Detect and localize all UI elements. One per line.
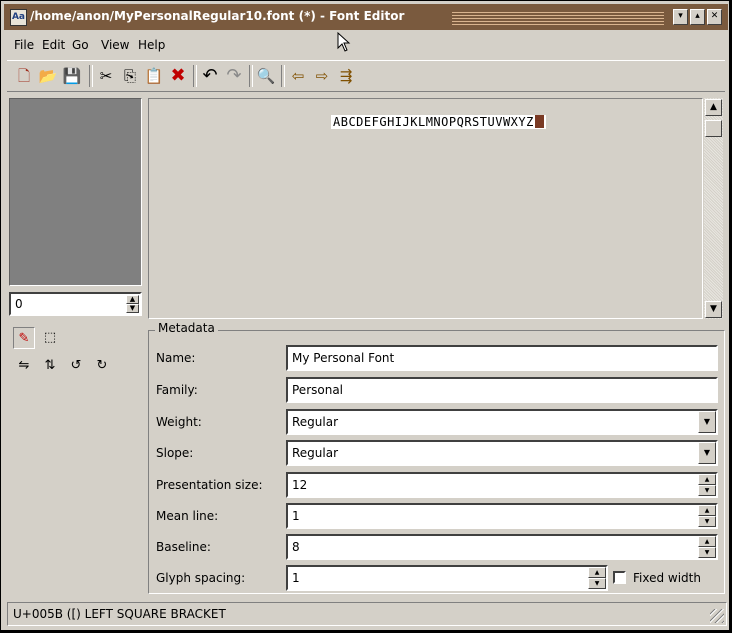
presentation-size-label: Presentation size:: [156, 478, 263, 492]
font-editor-window: Aa /home/anon/MyPersonalRegular10.font (…: [0, 0, 730, 631]
toolbar-separator: [193, 65, 197, 87]
menu-file[interactable]: File: [14, 38, 34, 52]
window-title: /home/anon/MyPersonalRegular10.font (*) …: [30, 9, 405, 23]
spin-up-icon[interactable]: ▲: [698, 474, 716, 485]
spin-down-icon[interactable]: ▼: [698, 516, 716, 527]
spin-down-icon[interactable]: ▼: [588, 578, 606, 589]
scroll-up-arrow-icon[interactable]: ▲: [705, 99, 722, 116]
sample-text-string: ABCDEFGHIJKLMNOPQRSTUVWXYZ: [333, 115, 534, 129]
presentation-size-value: 12: [292, 478, 308, 492]
name-field[interactable]: My Personal Font: [286, 345, 718, 371]
app-icon: Aa: [10, 9, 27, 26]
spin-down-icon[interactable]: ▼: [126, 304, 139, 313]
spin-up-icon[interactable]: ▲: [126, 295, 139, 304]
menu-go[interactable]: Go: [72, 38, 89, 52]
red-x-icon[interactable]: ✖: [167, 65, 189, 87]
glyph-index-spinner[interactable]: 0 ▲ ▼: [9, 292, 142, 316]
menu-bar: File Edit Go View Help: [4, 34, 728, 56]
toolbar-separator: [89, 65, 93, 87]
mean-line-spin-buttons[interactable]: ▲ ▼: [698, 505, 716, 527]
mean-line-spinner[interactable]: 1 ▲ ▼: [286, 503, 718, 529]
minimize-button[interactable]: ▾: [673, 9, 688, 25]
glyph-preview: [9, 98, 142, 286]
fixed-width-checkbox[interactable]: [613, 571, 626, 584]
text-cursor: [534, 115, 544, 128]
toolbar-separator: [249, 65, 253, 87]
presentation-size-spin-buttons[interactable]: ▲ ▼: [698, 474, 716, 496]
glyph-spacing-spin-buttons[interactable]: ▲ ▼: [588, 567, 606, 589]
spin-down-icon[interactable]: ▼: [698, 485, 716, 496]
name-value: My Personal Font: [292, 351, 395, 365]
baseline-spinner[interactable]: 8 ▲ ▼: [286, 534, 718, 560]
glyph-spacing-value: 1: [292, 571, 300, 585]
presentation-size-spinner[interactable]: 12 ▲ ▼: [286, 472, 718, 498]
menu-view[interactable]: View: [101, 38, 129, 52]
slope-dropdown[interactable]: Regular ▼: [286, 440, 718, 466]
weight-label: Weight:: [156, 415, 202, 429]
glyph-index-value: 0: [15, 297, 23, 311]
scroll-down-arrow-icon[interactable]: ▼: [705, 301, 722, 318]
pencil-icon[interactable]: ✎: [13, 327, 35, 349]
spin-down-icon[interactable]: ▼: [698, 547, 716, 558]
spin-up-icon[interactable]: ▲: [588, 567, 606, 578]
metadata-group-title: Metadata: [155, 321, 218, 335]
scissors-icon[interactable]: ✂: [95, 65, 117, 87]
right-arrow-icon[interactable]: ⇨: [311, 65, 333, 87]
mean-line-label: Mean line:: [156, 509, 219, 523]
mouse-pointer-icon: [337, 32, 351, 52]
fixed-width-label[interactable]: Fixed width: [633, 571, 701, 585]
undo-icon[interactable]: ↶: [199, 65, 221, 87]
flip-vertical-icon[interactable]: ⇅: [39, 355, 61, 377]
scroll-thumb[interactable]: [705, 120, 722, 137]
toolbar: 🗋 📂 💾 ✂ ⎘ 📋 ✖ ↶ ↷ 🔍 ⇦ ⇨ ⇶: [7, 60, 725, 92]
goto-arrow-icon[interactable]: ⇶: [335, 65, 357, 87]
redo-icon[interactable]: ↷: [223, 65, 245, 87]
chevron-down-icon[interactable]: ▼: [698, 442, 716, 464]
left-arrow-icon[interactable]: ⇦: [287, 65, 309, 87]
slope-value: Regular: [292, 446, 339, 460]
slope-label: Slope:: [156, 446, 194, 460]
new-document-icon[interactable]: 🗋: [13, 65, 35, 87]
clipboard-icon[interactable]: 📋: [143, 65, 165, 87]
sample-text: ABCDEFGHIJKLMNOPQRSTUVWXYZ: [331, 115, 546, 129]
open-folder-icon[interactable]: 📂: [37, 65, 59, 87]
maximize-button[interactable]: ▴: [690, 9, 705, 25]
menu-help[interactable]: Help: [138, 38, 165, 52]
glyph-spacing-label: Glyph spacing:: [156, 571, 246, 585]
family-label: Family:: [156, 383, 198, 397]
name-label: Name:: [156, 351, 196, 365]
tools-palette: ✎ ⬚ ⇋ ⇅ ↺ ↻: [9, 323, 141, 393]
menu-edit[interactable]: Edit: [42, 38, 65, 52]
spin-up-icon[interactable]: ▲: [698, 505, 716, 516]
weight-value: Regular: [292, 415, 339, 429]
status-text: U+005B ([) LEFT SQUARE BRACKET: [13, 607, 226, 621]
glyph-index-spin-buttons[interactable]: ▲ ▼: [126, 295, 139, 313]
toolbar-separator: [281, 65, 285, 87]
baseline-spin-buttons[interactable]: ▲ ▼: [698, 536, 716, 558]
title-bar[interactable]: Aa /home/anon/MyPersonalRegular10.font (…: [4, 4, 728, 30]
mean-line-value: 1: [292, 509, 300, 523]
chevron-down-icon[interactable]: ▼: [698, 411, 716, 433]
family-field[interactable]: Personal: [286, 377, 718, 403]
vertical-scrollbar[interactable]: ▲ ▼: [704, 98, 723, 319]
baseline-value: 8: [292, 540, 300, 554]
flip-horizontal-icon[interactable]: ⇋: [13, 355, 35, 377]
close-button[interactable]: ✕: [707, 9, 722, 25]
rotate-ccw-90-icon[interactable]: ↺: [65, 355, 87, 377]
sample-text-canvas[interactable]: ABCDEFGHIJKLMNOPQRSTUVWXYZ: [148, 98, 703, 319]
rotate-cw-90-icon[interactable]: ↻: [91, 355, 113, 377]
baseline-label: Baseline:: [156, 540, 211, 554]
selection-icon[interactable]: ⬚: [39, 327, 61, 349]
title-bar-grip: [452, 12, 664, 26]
family-value: Personal: [292, 383, 344, 397]
spin-up-icon[interactable]: ▲: [698, 536, 716, 547]
copy-icon[interactable]: ⎘: [119, 65, 141, 87]
status-bar: U+005B ([) LEFT SQUARE BRACKET: [7, 602, 727, 626]
save-disk-icon[interactable]: 💾: [61, 65, 83, 87]
glyph-spacing-spinner[interactable]: 1 ▲ ▼: [286, 565, 608, 591]
resize-grip-icon[interactable]: [710, 609, 724, 623]
weight-dropdown[interactable]: Regular ▼: [286, 409, 718, 435]
magnifier-icon[interactable]: 🔍: [255, 65, 277, 87]
